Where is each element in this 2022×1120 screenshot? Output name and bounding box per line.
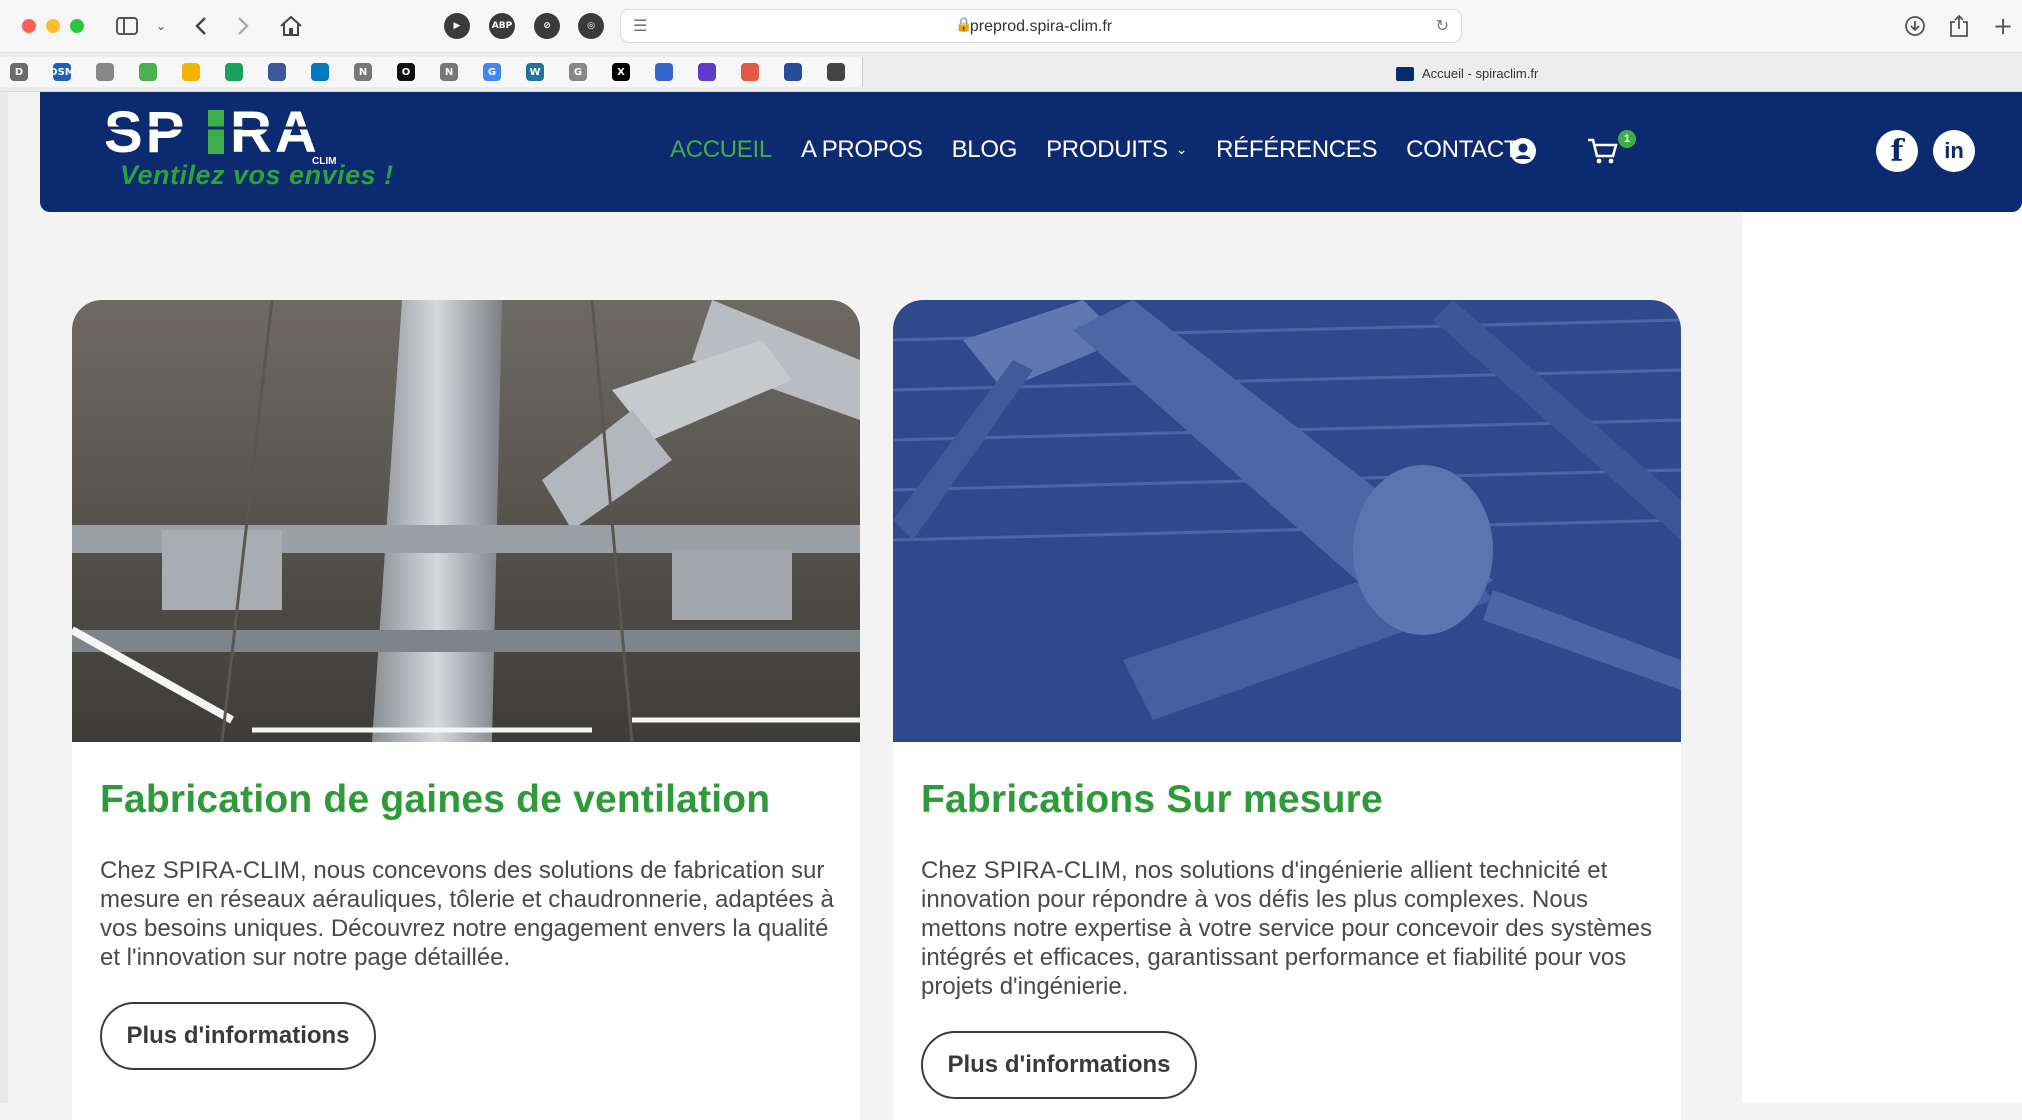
main-nav: ACCUEIL A PROPOS BLOG PRODUITS ⌄ RÉFÉRENC… [670,136,1547,164]
tab-favicon-icon [1396,66,1414,81]
minimize-window-button[interactable] [46,19,60,33]
block-extension-icon[interactable]: ⊘ [534,13,560,39]
service-card-sur-mesure: Fabrications Sur mesure Chez SPIRA-CLIM,… [893,300,1681,1120]
page-right-margin [1742,92,2022,1103]
bookmark-icon[interactable]: N [354,63,372,81]
spira-logo-icon: SP RA [104,100,340,165]
bookmark-strip: D DSM N O N G W G X [0,57,863,87]
bookmark-icon[interactable] [139,63,157,81]
reload-icon[interactable]: ↻ [1436,16,1449,35]
svg-text:SP: SP [104,102,187,162]
more-info-button[interactable]: Plus d'informations [100,1002,376,1070]
chevron-down-icon: ⌄ [1175,142,1188,158]
nav-a-propos[interactable]: A PROPOS [801,136,923,164]
card-title: Fabrication de gaines de ventilation [100,778,771,821]
forward-icon[interactable] [230,14,256,38]
address-bar[interactable]: ☰ 🔒 preprod.spira-clim.fr ↻ [620,9,1462,43]
bookmark-icon[interactable] [827,63,845,81]
bookmark-icon[interactable] [741,63,759,81]
share-icon[interactable] [1946,14,1972,38]
page-left-margin [0,92,8,1103]
linkedin-icon[interactable]: in [1933,130,1975,172]
bookmark-icon[interactable]: G [483,63,501,81]
nav-references[interactable]: RÉFÉRENCES [1216,136,1377,164]
cart-icon[interactable] [1586,136,1620,166]
bookmark-icon[interactable] [182,63,200,81]
service-card-ventilation: Fabrication de gaines de ventilation Che… [72,300,860,1120]
bookmark-icon[interactable]: DSM [49,63,75,81]
card-title: Fabrications Sur mesure [921,778,1383,821]
bookmark-icon[interactable] [225,63,243,81]
url-text[interactable]: preprod.spira-clim.fr [621,18,1461,36]
logo-i-bar [208,110,224,154]
bookmark-icon[interactable] [96,63,114,81]
more-info-button[interactable]: Plus d'informations [921,1031,1197,1099]
bookmark-icon[interactable]: X [612,63,630,81]
bookmark-icon[interactable] [698,63,716,81]
active-tab[interactable]: Accueil - spiraclim.fr [1396,66,1538,81]
bookmark-icon[interactable]: O [397,63,415,81]
back-icon[interactable] [188,14,214,38]
ductwork-ceiling-image [72,300,860,742]
new-tab-icon[interactable]: + [1990,12,2016,40]
nav-produits[interactable]: PRODUITS ⌄ [1046,136,1187,164]
cart-count-badge: 1 [1618,130,1636,148]
sidebar-toggle-icon[interactable] [114,14,140,38]
site-header: SP RA CLIM Ventilez vos envies ! ACCUEIL… [40,92,2022,212]
bookmark-icon[interactable]: W [526,63,544,81]
card-description: Chez SPIRA-CLIM, nous concevons des solu… [100,857,834,971]
browser-toolbar: ⌄ ▶ ABP ⊘ ◎ ☰ 🔒 preprod.spira-clim.fr ↻ … [0,0,2022,53]
chevron-down-icon[interactable]: ⌄ [148,14,174,38]
tab-title-text: Accueil - spiraclim.fr [1422,66,1539,81]
bookmark-icon[interactable] [268,63,286,81]
bookmark-icon[interactable] [311,63,329,81]
bookmarks-bar: D DSM N O N G W G X Accueil - spiraclim.fr [0,53,2022,92]
target-extension-icon[interactable]: ◎ [578,13,604,39]
account-icon[interactable] [1509,137,1537,165]
logo-tagline: Ventilez vos envies ! [120,160,394,190]
close-window-button[interactable] [22,19,36,33]
home-icon[interactable] [278,14,304,38]
zoom-window-button[interactable] [70,19,84,33]
bookmark-icon[interactable]: G [569,63,587,81]
bookmark-icon[interactable]: D [10,63,28,81]
nav-contact[interactable]: CONTACT [1406,136,1518,164]
blue-duct-image [893,300,1681,742]
facebook-icon[interactable]: f [1876,130,1918,172]
bookmark-icon[interactable] [784,63,802,81]
play-extension-icon[interactable]: ▶ [444,13,470,39]
bookmark-icon[interactable]: N [440,63,458,81]
adblock-extension-icon[interactable]: ABP [489,13,515,39]
nav-blog[interactable]: BLOG [952,136,1018,164]
bookmark-icon[interactable] [655,63,673,81]
card-description: Chez SPIRA-CLIM, nos solutions d'ingénie… [921,857,1652,1000]
nav-accueil[interactable]: ACCUEIL [670,136,772,164]
downloads-icon[interactable] [1902,14,1928,38]
